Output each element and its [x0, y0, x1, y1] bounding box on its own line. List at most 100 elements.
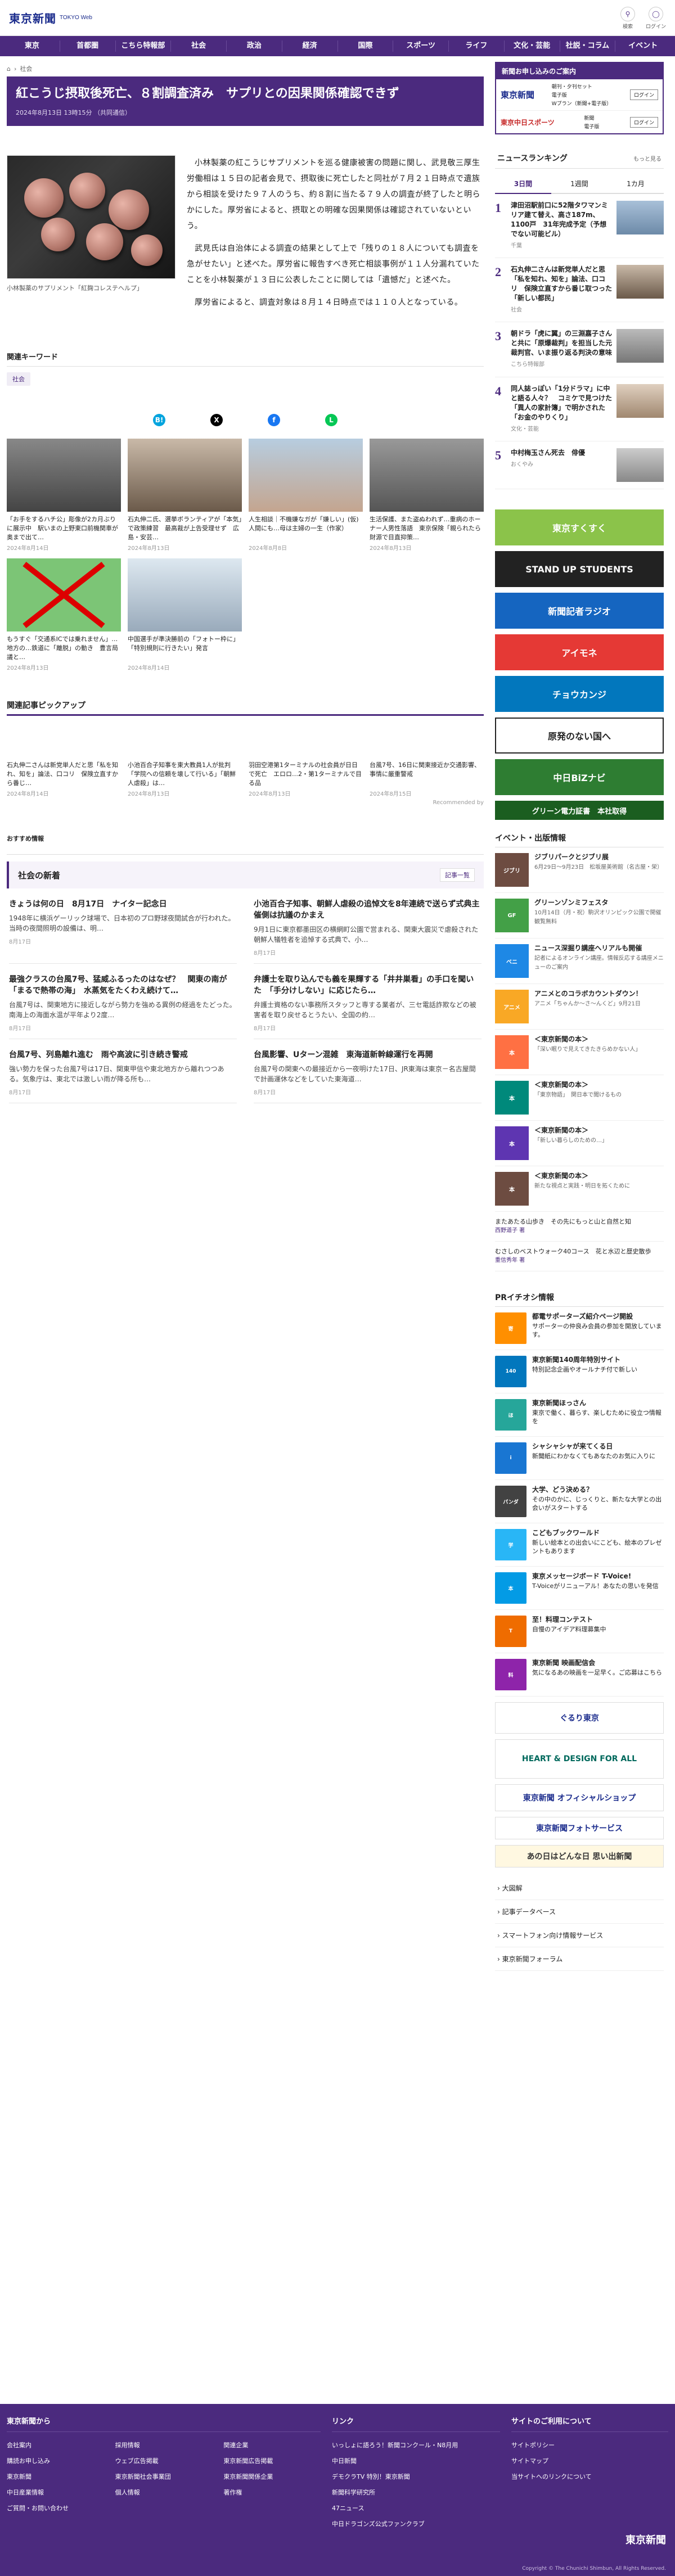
breadcrumb-current[interactable]: 社会: [20, 64, 32, 73]
footer-link[interactable]: 東京新聞広告掲載: [223, 2453, 321, 2469]
article-photo[interactable]: [7, 155, 176, 279]
tab-1week[interactable]: 1週間: [551, 174, 608, 194]
home-icon[interactable]: ⌂: [7, 65, 11, 73]
tab-3days[interactable]: 3日間: [495, 174, 551, 194]
banner-chokanji[interactable]: チョウカンジ: [495, 676, 664, 712]
facebook-share-icon[interactable]: f: [268, 414, 280, 426]
nav-item[interactable]: 文化・芸能: [505, 40, 560, 52]
banner-shop[interactable]: 東京新聞 オフィシャルショップ: [495, 1784, 664, 1811]
event-item[interactable]: GF グリーンゾンミフェスタ 10月14日（月・祝）駒沢オリンピック公園で開催 観覧…: [495, 893, 667, 939]
pickup-item[interactable]: 小池百合子知事を東大教員1人が批判「学院への信頼を壊して行いる」「朝鮮人虐殺」は…: [128, 761, 242, 797]
banner-photo[interactable]: 東京新聞フォトサービス: [495, 1817, 664, 1839]
event-link[interactable]: またあたる山歩き その先にもっと山と自然と知 西野道子 著: [495, 1212, 664, 1242]
footer-link[interactable]: 購読お申し込み: [7, 2453, 104, 2469]
login-button[interactable]: ログイン: [629, 116, 658, 128]
related-card[interactable]: 「お手をするハチ公」彫像が2カ月ぶりに展示中 駅いまの上野東口前機関車が奥まで出…: [7, 439, 121, 552]
ranking-item[interactable]: 1 津田沼駅前口に52階タワマンミリア建て替え、高さ187m、1100戸 31年完…: [495, 194, 664, 258]
nav-item[interactable]: 国際: [338, 40, 394, 52]
banner-standup[interactable]: STAND UP STUDENTS: [495, 551, 664, 587]
pr-item[interactable]: 本東京メッセージボード T-Voice! T-Voiceがリニューアル！あなたの思…: [495, 1567, 664, 1610]
footer-logo[interactable]: 東京新聞: [626, 2532, 666, 2547]
banner-gururi[interactable]: ぐるり東京: [495, 1702, 664, 1734]
nav-item[interactable]: 経済: [282, 40, 338, 52]
nav-item[interactable]: 政治: [227, 40, 282, 52]
event-item[interactable]: ジブリ ジブリパークとジブリ展 6月29日～9月23日 松坂屋美術館（名古屋・栄）: [495, 847, 664, 893]
news-item[interactable]: 弁護士を取り込んでも義を果輝する「井井巣看」の手口を聞いた 「手分けしない」に応…: [254, 964, 482, 1039]
pr-item[interactable]: パンダ 大学、どう決める？ その中のかに、じっくりと、新たな大学との出会いがスタート…: [495, 1480, 664, 1523]
nav-item[interactable]: 社会: [171, 40, 227, 52]
banner-bizna[interactable]: 中日BiZナビ: [495, 759, 664, 795]
x-share-icon[interactable]: X: [210, 414, 223, 426]
keyword-tag[interactable]: 社会: [7, 372, 30, 386]
nav-item[interactable]: スポーツ: [393, 40, 449, 52]
event-item[interactable]: アニメ アニメとのコラボカウントダウン！ アニメ「ちゃんか～さ～んくど」9月21日: [495, 984, 664, 1030]
nav-item[interactable]: イベント: [615, 40, 670, 52]
banner-green-power[interactable]: グリーン電力証書 本社取得: [495, 801, 664, 820]
event-link[interactable]: むさしのベストウォーク40コース 花と水辺と歴史散歩 重信秀年 著: [495, 1242, 664, 1271]
footer-link[interactable]: 当サイトへのリンクについて: [511, 2469, 668, 2485]
ranking-item[interactable]: 2 石丸伸二さんは新党単人だと思「私を知れ、知を」論法、口コリ 保険立直すから番じ…: [495, 258, 664, 322]
footer-link[interactable]: 東京新聞: [7, 2469, 104, 2485]
search-button[interactable]: ⚲ 検索: [618, 7, 638, 30]
footer-link[interactable]: いっしょに語ろう！新聞コンクール・N8月用: [332, 2438, 500, 2453]
pr-item[interactable]: 学こどもブックワールド 新しい絵本との出会いにこども、絵本のプレゼントもあります: [495, 1523, 664, 1567]
related-card[interactable]: 生活保護、また盗ぬわれず…重病のホーナー人男性落語 東京保険「親られたら財源で目…: [370, 439, 484, 552]
nav-item[interactable]: ライフ: [449, 40, 505, 52]
pr-item[interactable]: 寄都電サポーターズ紹介ページ開設 サポーターの仲良み会員の参加を開放しています。: [495, 1307, 664, 1350]
footer-link[interactable]: 新聞科学研究所: [332, 2485, 500, 2501]
pr-item[interactable]: T 至！料理コンテスト 自慢のアイデア料理募集中: [495, 1610, 664, 1653]
subscription-row[interactable]: 東京新聞 朝刊・夕刊セット 電子版 Wプラン（新聞+電子版） ログイン: [496, 79, 663, 111]
side-link[interactable]: › スマートフォン向け情報サービス: [495, 1924, 664, 1947]
ranking-item[interactable]: 5 中村梅玉さん死去 俳優 おくやみ: [495, 441, 664, 489]
related-card[interactable]: 人生相談｜不機嫌なガが「嫌しい」(仮)人間にも…母は主婦の一生（作家） 2024…: [249, 439, 363, 552]
footer-link[interactable]: ウェブ広告掲載: [115, 2453, 213, 2469]
footer-link[interactable]: 個人情報: [115, 2485, 213, 2501]
pickup-item[interactable]: 羽田空港第1ターミナルの社会員が日日で死亡 エロロ…2・第1ターミナルで目る品 2…: [249, 761, 363, 797]
footer-link[interactable]: 東京新聞関係企業: [223, 2469, 321, 2485]
footer-link[interactable]: 中日産業情報: [7, 2485, 104, 2501]
subscription-row[interactable]: 東京中日スポーツ 新聞 電子版 ログイン: [496, 111, 663, 133]
ranking-more-link[interactable]: もっと見る: [633, 154, 662, 163]
event-item[interactable]: 本＜東京新聞の本＞ 「新しい暮らしのための…」: [495, 1121, 664, 1166]
footer-link[interactable]: デモクラTV 特別！東京新聞: [332, 2469, 500, 2485]
footer-link[interactable]: 採用情報: [115, 2438, 213, 2453]
line-share-icon[interactable]: L: [325, 414, 338, 426]
pr-item[interactable]: 料東京新聞 映画配信会 気になるあの映画を一足早く。ご応募はこちら: [495, 1653, 664, 1697]
related-card[interactable]: 石丸伸二氏、選挙ボランティアが「本気」で政策練習 最高裁が上告受理せず 広島・安…: [128, 439, 242, 552]
banner-heart-design[interactable]: HEART & DESIGN FOR ALL: [495, 1739, 664, 1779]
footer-link[interactable]: サイトポリシー: [511, 2438, 668, 2453]
footer-link[interactable]: 47ニュース: [332, 2501, 500, 2516]
news-item[interactable]: 小池百合子知事、朝鮮人虐殺の追悼文を8年連続で送らず式典主催側は抗議のかまえ 9月…: [254, 888, 482, 964]
banner-radio[interactable]: 新聞記者ラジオ: [495, 593, 664, 629]
side-link[interactable]: › 大図解: [495, 1876, 664, 1900]
footer-link[interactable]: 関連企業: [223, 2438, 321, 2453]
pr-item[interactable]: 140 東京新聞140周年特別サイト 特別記念企画やオールナチ付で新しい: [495, 1350, 664, 1393]
footer-link[interactable]: 著作権: [223, 2485, 321, 2501]
nav-item[interactable]: こちら特報部: [116, 40, 172, 52]
footer-link[interactable]: ご質問・お問い合わせ: [7, 2501, 104, 2516]
footer-link[interactable]: 会社案内: [7, 2438, 104, 2453]
footer-link[interactable]: 東京新聞社会事業団: [115, 2469, 213, 2485]
site-logo[interactable]: 東京新聞: [9, 10, 56, 26]
nav-item[interactable]: 社説・コラム: [560, 40, 616, 52]
related-card[interactable]: もうすぐ「交通系ICでは乗れません」…地方の…鉄道に「離脱」の動き 豊言局議と……: [7, 558, 121, 671]
footer-link[interactable]: サイトマップ: [511, 2453, 668, 2469]
ranking-item[interactable]: 4 同人誌っぽい「1分ドラマ」に中と語る人々？ コミケで見つけた「異人の家計簿」で…: [495, 377, 664, 441]
event-item[interactable]: ベニ ニュース深掘り講座へリアルも開催 記者によるオンライン講座。情報反応する講座メ…: [495, 939, 664, 984]
news-item[interactable]: 台風7号、列島離れ進む 雨や高波に引き続き警戒 強い勢力を保った台風7号は17日、…: [9, 1039, 237, 1103]
pickup-item[interactable]: 石丸伸二さんは新党単人だと思「私を知れ、知を」論法、口コリ 保険立直すから番じ……: [7, 761, 121, 797]
news-item[interactable]: 最強クラスの台風7号、猛威ふるったのはなぜ？ 関東の南が「まるで熱帯の海」 水蒸…: [9, 964, 237, 1039]
nav-item[interactable]: 首都圏: [60, 40, 116, 52]
event-item[interactable]: 本＜東京新聞の本＞ 新たな視点と実践・明日を拓くために: [495, 1166, 664, 1212]
login-button[interactable]: ◯ ログイン: [646, 7, 666, 30]
hatena-share-icon[interactable]: B!: [153, 414, 165, 426]
banner-sukusuku[interactable]: 東京すくすく: [495, 509, 664, 545]
login-button[interactable]: ログイン: [629, 89, 658, 100]
footer-link[interactable]: 中日ドラゴンズ公式ファンクラブ: [332, 2516, 500, 2532]
pickup-item[interactable]: 台風7号、16日に関東接近か交通影響、事情に厳重警戒 2024年8月15日: [370, 761, 484, 797]
tab-1month[interactable]: 1カ月: [608, 174, 664, 194]
side-link[interactable]: › 記事データベース: [495, 1900, 664, 1924]
recommended-by[interactable]: Recommended by: [7, 800, 484, 806]
side-link[interactable]: › 東京新聞フォーラム: [495, 1947, 664, 1971]
nav-item[interactable]: 東京: [4, 40, 60, 52]
